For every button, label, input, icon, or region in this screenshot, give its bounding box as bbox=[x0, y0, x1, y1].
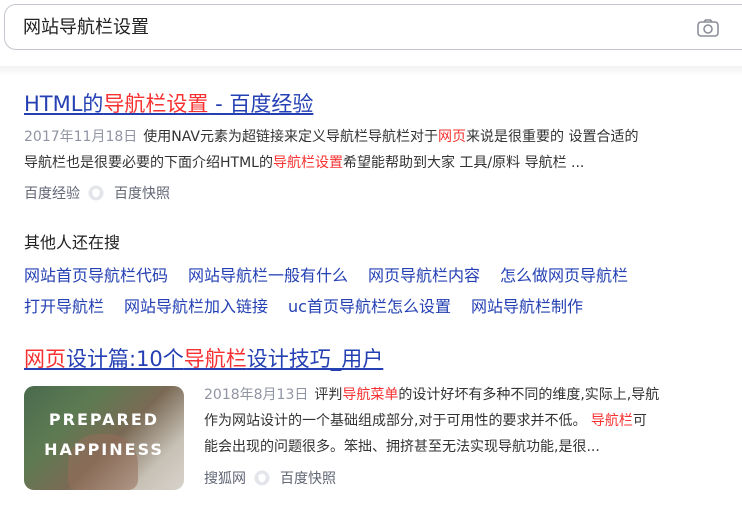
related-link[interactable]: uc首页导航栏怎么设置 bbox=[288, 296, 451, 318]
search-bar[interactable]: 网站导航栏设置 bbox=[4, 4, 742, 50]
related-link[interactable]: 网站导航栏一般有什么 bbox=[188, 265, 348, 287]
result-1-line-2: 导航栏也是很要必要的下面介绍HTML的导航栏设置希望能帮助到大家 工具/原料 导… bbox=[24, 150, 734, 176]
result-2-text: 可 bbox=[632, 413, 647, 429]
result-2-highlight: 导航菜单 bbox=[342, 387, 399, 403]
shield-icon bbox=[254, 470, 270, 486]
result-2-line-3: 能会出现的问题很多。笨拙、拥挤甚至无法实现导航功能,是很... bbox=[204, 439, 600, 455]
camera-icon[interactable] bbox=[697, 19, 719, 37]
result-1-highlight: 导航栏设置 bbox=[272, 155, 343, 171]
result-2-text: 作为网站设计的一个基础组成部分,对于可用性的要求并不低。 bbox=[204, 413, 587, 429]
result-1-text: 使用NAV元素为超链接来定义导航栏导航栏对于 bbox=[143, 129, 438, 145]
result-1-title-prefix: HTML的 bbox=[24, 92, 104, 116]
result-1-line-1: 2017年11月18日 使用NAV元素为超链接来定义导航栏导航栏对于网页来说是很重… bbox=[24, 124, 734, 150]
result-2-title-text: 设计篇:10个 bbox=[66, 347, 184, 371]
result-1-source[interactable]: 百度经验 bbox=[24, 183, 80, 203]
thumbnail-text-2: HAPPINESS bbox=[44, 440, 164, 459]
result-2-snippet: 2018年8月13日 评判导航菜单的设计好坏有多种不同的维度,实际上,导航 作为网… bbox=[204, 382, 724, 460]
result-2-line-2: 作为网站设计的一个基础组成部分,对于可用性的要求并不低。 导航栏可 bbox=[204, 408, 724, 434]
thumbnail-text-1: PREPARED bbox=[48, 410, 160, 429]
others-searched-heading: 其他人还在搜 bbox=[24, 233, 121, 252]
result-2-date: 2018年8月13日 bbox=[204, 387, 309, 403]
result-2-title-text: 设计技巧_用户 bbox=[246, 347, 384, 371]
related-link[interactable]: 打开导航栏 bbox=[24, 296, 104, 318]
search-input[interactable]: 网站导航栏设置 bbox=[23, 17, 149, 39]
result-1-text: 希望能帮助到大家 工具/原料 导航栏 ... bbox=[342, 155, 585, 171]
result-2-title-highlight: 网页 bbox=[24, 347, 66, 371]
result-1-highlight: 网页 bbox=[438, 129, 466, 145]
result-1-text: 来说是很重要的 设置合适的 bbox=[466, 129, 639, 145]
related-link[interactable]: 网站导航栏加入链接 bbox=[124, 296, 268, 318]
result-1-title[interactable]: HTML的导航栏设置 - 百度经验 bbox=[24, 91, 313, 117]
related-row-2: 打开导航栏 网站导航栏加入链接 uc首页导航栏怎么设置 网站导航栏制作 bbox=[24, 296, 603, 318]
result-2-title-highlight: 导航栏 bbox=[183, 347, 247, 371]
header-separator bbox=[0, 66, 742, 76]
result-1-title-suffix: - 百度经验 bbox=[208, 92, 314, 116]
result-2-line-1: 2018年8月13日 评判导航菜单的设计好坏有多种不同的维度,实际上,导航 bbox=[204, 382, 724, 408]
result-2-title[interactable]: 网页设计篇:10个导航栏设计技巧_用户 bbox=[24, 346, 383, 372]
result-2-thumbnail[interactable]: PREPARED HAPPINESS bbox=[24, 386, 184, 490]
shield-icon bbox=[88, 185, 104, 201]
related-link[interactable]: 网页导航栏内容 bbox=[368, 265, 480, 287]
result-2-highlight: 导航栏 bbox=[590, 413, 633, 429]
related-link[interactable]: 网站首页导航栏代码 bbox=[24, 265, 168, 287]
result-1-title-highlight: 导航栏设置 bbox=[103, 92, 209, 116]
result-2-text: 的设计好坏有多种不同的维度,实际上,导航 bbox=[398, 387, 660, 403]
result-2-text: 评判 bbox=[314, 387, 343, 403]
related-row-1: 网站首页导航栏代码 网站导航栏一般有什么 网页导航栏内容 怎么做网页导航栏 bbox=[24, 265, 648, 287]
result-1-text: 导航栏也是很要必要的下面介绍HTML的 bbox=[24, 155, 273, 171]
result-1-date: 2017年11月18日 bbox=[24, 129, 138, 145]
result-1-source-row: 百度经验 百度快照 bbox=[24, 183, 170, 203]
related-link[interactable]: 怎么做网页导航栏 bbox=[500, 265, 628, 287]
result-1-snippet: 2017年11月18日 使用NAV元素为超链接来定义导航栏导航栏对于网页来说是很重… bbox=[24, 124, 734, 176]
result-1-snapshot-link[interactable]: 百度快照 bbox=[114, 183, 170, 203]
result-2-snapshot-link[interactable]: 百度快照 bbox=[280, 468, 336, 488]
result-2-source[interactable]: 搜狐网 bbox=[204, 468, 246, 488]
result-2-source-row: 搜狐网 百度快照 bbox=[204, 468, 336, 488]
related-link[interactable]: 网站导航栏制作 bbox=[471, 296, 583, 318]
